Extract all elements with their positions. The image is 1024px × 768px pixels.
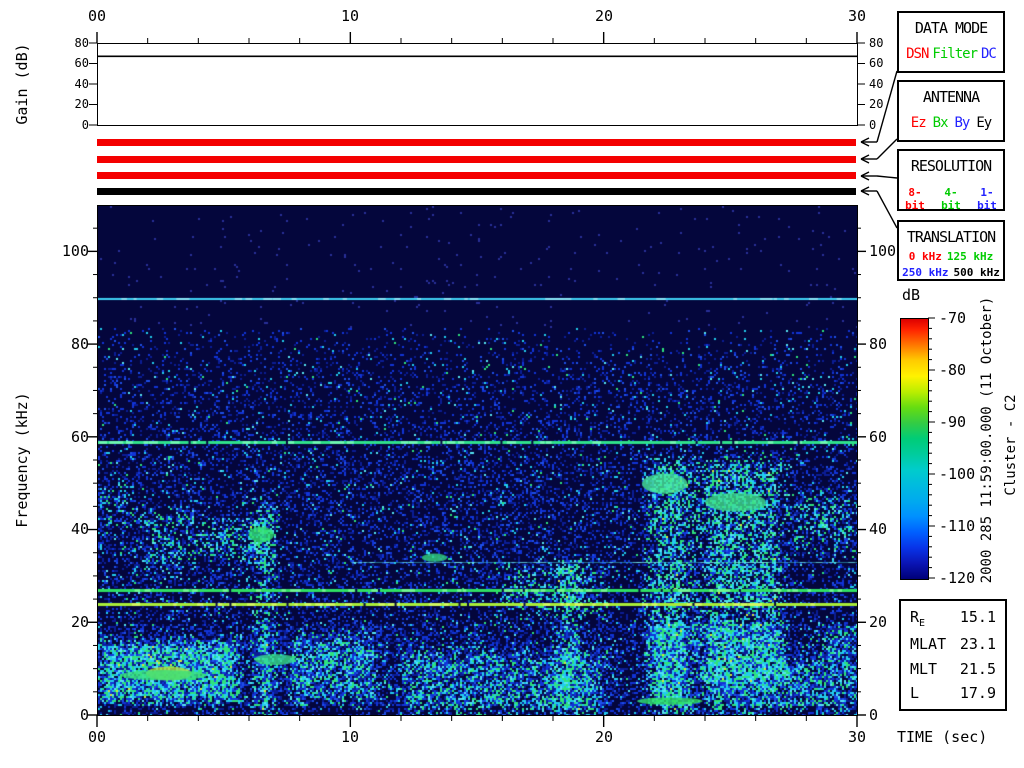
axes-linework xyxy=(0,0,1024,768)
wbd-plot-window: Gain (dB) Frequency (kHz) 00 10 20 30 80… xyxy=(0,0,1024,768)
